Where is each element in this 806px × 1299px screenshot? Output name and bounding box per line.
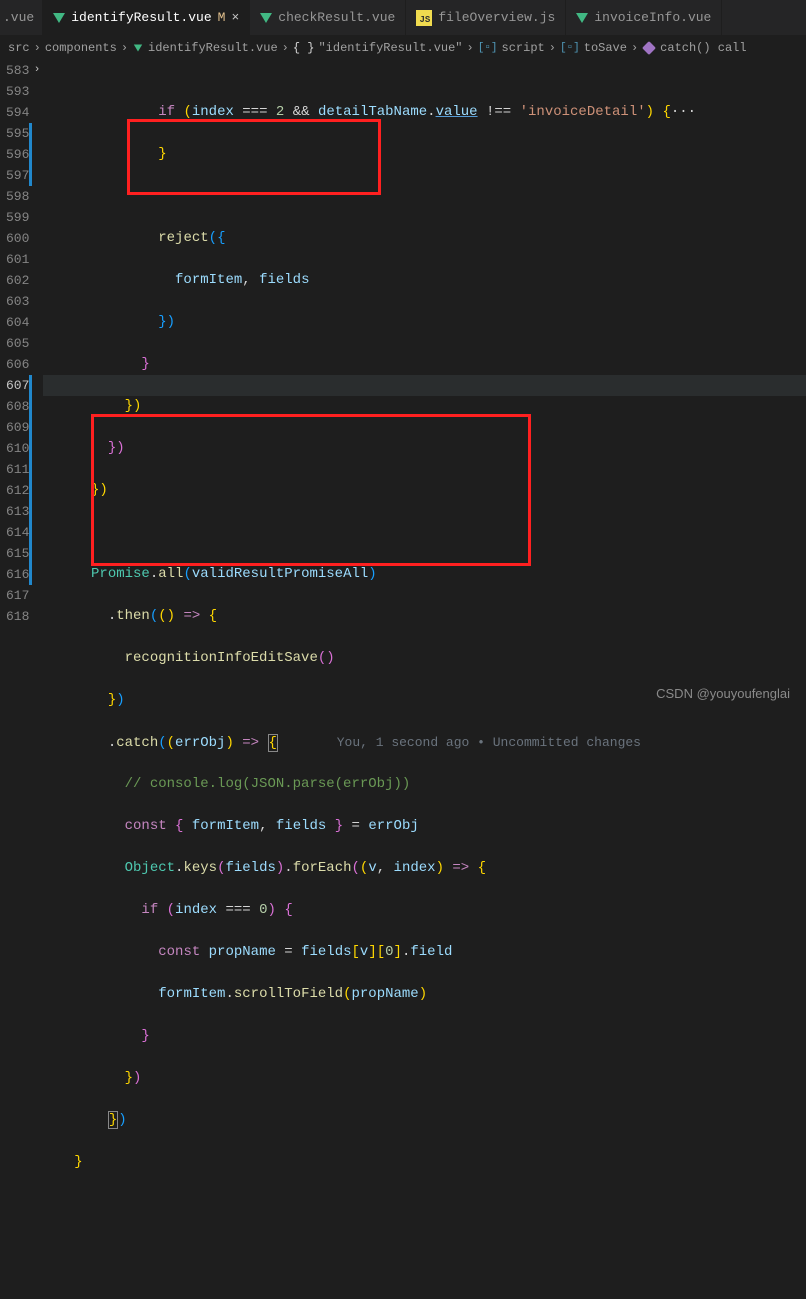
- line-number: 601: [6, 252, 29, 267]
- tab-bar: .vue identifyResult.vue M × checkResult.…: [0, 0, 806, 36]
- line-number: 594: [6, 105, 29, 120]
- vue-icon: [134, 45, 142, 52]
- git-modified-bar: [29, 417, 32, 438]
- chevron-right-icon: ›: [121, 41, 128, 55]
- vue-icon: [53, 13, 65, 23]
- method-icon: [▫]: [560, 42, 580, 54]
- tab-label: identifyResult.vue: [71, 10, 211, 25]
- line-number: 599: [6, 210, 29, 225]
- line-gutter: 583 › 593 594 595 596 597 598 599 600 601…: [0, 60, 43, 711]
- line-number: 617: [6, 588, 29, 603]
- tab-fileoverview[interactable]: JS fileOverview.js: [406, 0, 566, 35]
- tab-partial[interactable]: .vue: [0, 0, 43, 35]
- line-number: 597: [6, 168, 29, 183]
- line-number: 609: [6, 420, 29, 435]
- modified-indicator: M: [218, 10, 226, 25]
- line-number: 598: [6, 189, 29, 204]
- line-number: 603: [6, 294, 29, 309]
- git-modified-bar: [29, 165, 32, 186]
- line-number: 595: [6, 126, 29, 141]
- bc-item[interactable]: src: [8, 41, 30, 55]
- breadcrumb[interactable]: src › components › identifyResult.vue › …: [0, 36, 806, 60]
- line-number: 607: [6, 378, 29, 393]
- tab-checkresult[interactable]: checkResult.vue: [250, 0, 406, 35]
- close-icon[interactable]: ×: [231, 10, 239, 25]
- chevron-right-icon: ›: [34, 41, 41, 55]
- line-number: 596: [6, 147, 29, 162]
- tab-label: .vue: [3, 10, 34, 25]
- git-modified-bar: [29, 564, 32, 585]
- line-number: 583: [6, 63, 29, 78]
- line-number: 608: [6, 399, 29, 414]
- fold-icon[interactable]: ›: [34, 60, 41, 81]
- js-icon: JS: [416, 10, 432, 26]
- line-number: 600: [6, 231, 29, 246]
- chevron-right-icon: ›: [631, 41, 638, 55]
- editor-pane[interactable]: 583 › 593 594 595 596 597 598 599 600 601…: [0, 60, 806, 711]
- line-number: 613: [6, 504, 29, 519]
- git-modified-bar: [29, 123, 32, 144]
- code-area[interactable]: if (index === 2 && detailTabName.value !…: [43, 60, 806, 711]
- line-number: 618: [6, 609, 29, 624]
- git-modified-bar: [29, 459, 32, 480]
- bc-item[interactable]: components: [45, 41, 117, 55]
- line-number: 614: [6, 525, 29, 540]
- tab-label: fileOverview.js: [438, 10, 555, 25]
- line-number: 605: [6, 336, 29, 351]
- line-number: 610: [6, 441, 29, 456]
- chevron-right-icon: ›: [467, 41, 474, 55]
- bc-item[interactable]: identifyResult.vue: [148, 41, 278, 55]
- bc-item[interactable]: script: [502, 41, 545, 55]
- tab-label: invoiceInfo.vue: [594, 10, 711, 25]
- git-modified-bar: [29, 480, 32, 501]
- line-number: 611: [6, 462, 29, 477]
- bc-item[interactable]: "identifyResult.vue": [318, 41, 462, 55]
- line-number: 606: [6, 357, 29, 372]
- git-blame-text: You, 1 second ago • Uncommitted changes: [337, 735, 641, 750]
- chevron-right-icon: ›: [549, 41, 556, 55]
- bc-item[interactable]: catch() call: [660, 41, 746, 55]
- git-modified-bar: [29, 522, 32, 543]
- git-modified-bar: [29, 438, 32, 459]
- vue-icon: [260, 13, 272, 23]
- git-modified-bar: [29, 144, 32, 165]
- braces-icon: { }: [293, 41, 315, 55]
- script-icon: [▫]: [478, 42, 498, 54]
- tab-invoiceinfo[interactable]: invoiceInfo.vue: [566, 0, 722, 35]
- line-number: 593: [6, 84, 29, 99]
- tab-label: checkResult.vue: [278, 10, 395, 25]
- line-number: 615: [6, 546, 29, 561]
- line-number: 616: [6, 567, 29, 582]
- tab-identifyresult[interactable]: identifyResult.vue M ×: [43, 0, 250, 35]
- chevron-right-icon: ›: [282, 41, 289, 55]
- git-modified-bar: [29, 501, 32, 522]
- line-number: 604: [6, 315, 29, 330]
- active-line-highlight: [43, 375, 806, 396]
- bc-item[interactable]: toSave: [584, 41, 627, 55]
- git-modified-bar: [29, 396, 32, 417]
- method-icon: [642, 41, 656, 55]
- line-number: 602: [6, 273, 29, 288]
- line-number: 612: [6, 483, 29, 498]
- git-modified-bar: [29, 375, 32, 396]
- watermark: CSDN @youyoufenglai: [656, 686, 790, 701]
- git-modified-bar: [29, 543, 32, 564]
- vue-icon: [576, 13, 588, 23]
